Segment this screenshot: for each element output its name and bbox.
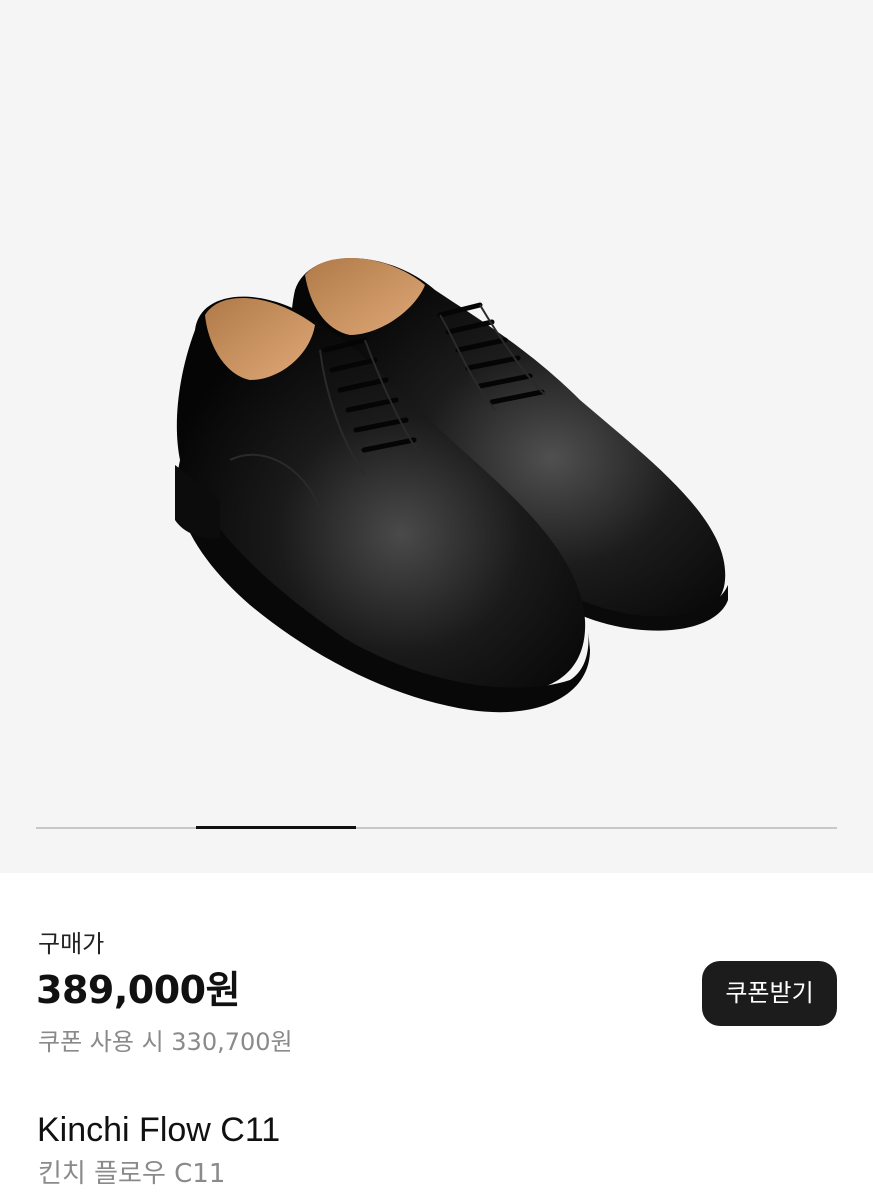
product-image-gallery[interactable] [0,0,873,873]
product-image [175,258,728,713]
price: 389,000원 [36,968,241,1012]
product-name-korean: 킨치 플로우 C11 [38,1159,226,1189]
image-pager-indicator [196,826,356,829]
product-info: 구매가 389,000원 쿠폰 사용 시 330,700원 쿠폰받기 Kinch… [0,873,873,1200]
price-label: 구매가 [38,930,105,958]
image-pager-track[interactable] [36,827,837,829]
coupon-price: 쿠폰 사용 시 330,700원 [38,1028,293,1056]
get-coupon-button[interactable]: 쿠폰받기 [702,961,837,1026]
product-name: Kinchi Flow C11 [37,1111,281,1149]
